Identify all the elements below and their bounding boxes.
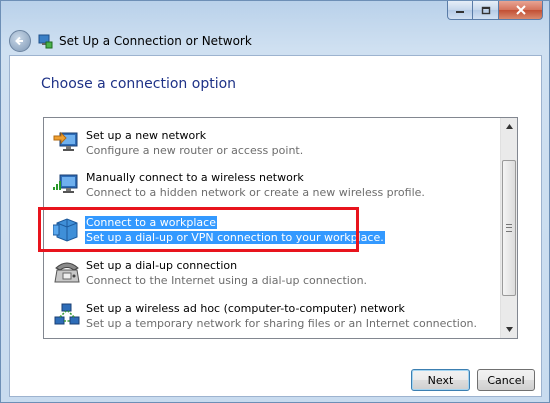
title-bar: Set Up a Connection or Network xyxy=(1,1,549,55)
scroll-grip-icon xyxy=(506,224,512,232)
chevron-up-icon xyxy=(505,124,513,129)
wireless-network-icon xyxy=(53,174,78,193)
window-title-text: Set Up a Connection or Network xyxy=(59,34,252,48)
option-description: Connect to a hidden network or create a … xyxy=(86,186,425,199)
scroll-up-button[interactable] xyxy=(501,118,517,135)
list-item-new-network[interactable]: Set up a new network Configure a new rou… xyxy=(44,123,500,163)
window-title: Set Up a Connection or Network xyxy=(37,30,252,52)
adhoc-network-icon xyxy=(54,303,80,325)
scroll-thumb[interactable] xyxy=(502,160,516,296)
minimize-button[interactable] xyxy=(447,1,473,20)
maximize-button[interactable] xyxy=(473,1,499,20)
window-controls xyxy=(447,1,543,21)
option-title: Set up a dial-up connection xyxy=(86,259,238,272)
vertical-scrollbar[interactable] xyxy=(500,118,517,338)
chevron-down-icon xyxy=(505,327,513,332)
next-button[interactable]: Next xyxy=(411,369,470,391)
list-item-dialup[interactable]: Set up a dial-up connection Connect to t… xyxy=(44,253,500,293)
network-setup-icon xyxy=(38,34,53,49)
annotation-highlight-box xyxy=(38,207,359,252)
list-item-manual-wireless[interactable]: Manually connect to a wireless network C… xyxy=(44,165,500,205)
close-icon xyxy=(515,5,526,15)
option-title: Manually connect to a wireless network xyxy=(86,171,304,184)
back-button[interactable] xyxy=(9,30,31,52)
new-network-icon xyxy=(53,131,78,151)
option-description: Configure a new router or access point. xyxy=(86,144,304,157)
option-description: Set up a temporary network for sharing f… xyxy=(86,317,478,330)
wizard-window: Set Up a Connection or Network Choose a … xyxy=(0,0,550,403)
option-title: Set up a wireless ad hoc (computer-to-co… xyxy=(86,302,405,315)
page-title: Choose a connection option xyxy=(41,76,237,92)
list-item-adhoc[interactable]: Set up a wireless ad hoc (computer-to-co… xyxy=(44,296,500,336)
minimize-icon xyxy=(456,11,464,13)
option-description: Connect to the Internet using a dial-up … xyxy=(86,274,368,287)
maximize-icon xyxy=(481,6,490,14)
cancel-button[interactable]: Cancel xyxy=(477,369,535,391)
close-button[interactable] xyxy=(499,1,543,20)
option-title: Set up a new network xyxy=(86,129,207,142)
scroll-down-button[interactable] xyxy=(501,321,517,338)
dialup-phone-icon xyxy=(54,262,80,283)
back-arrow-icon xyxy=(15,36,23,46)
